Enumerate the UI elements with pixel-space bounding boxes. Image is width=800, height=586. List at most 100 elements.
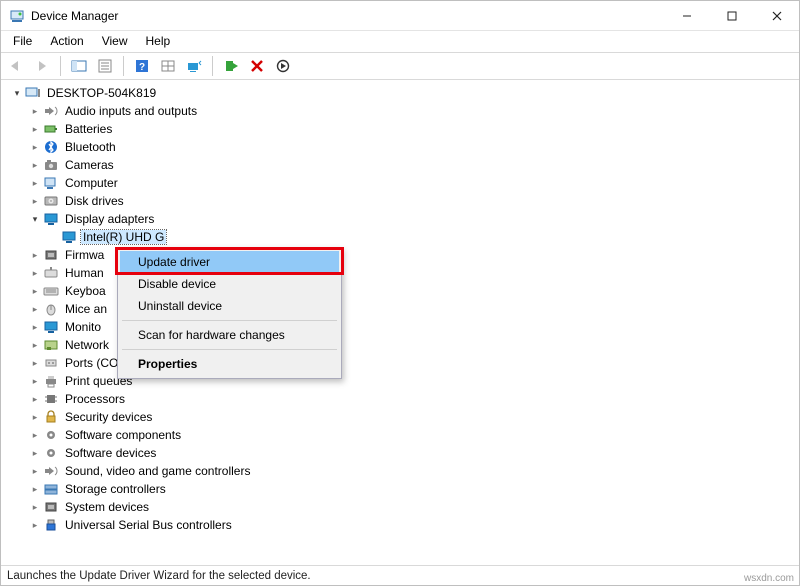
tree-root[interactable]: ▾ DESKTOP-504K819 xyxy=(11,84,799,102)
properties-icon[interactable] xyxy=(94,55,116,77)
tree-item-label: Display adapters xyxy=(63,212,156,226)
storage-icon xyxy=(43,481,59,497)
tree-item-system[interactable]: ▸ System devices xyxy=(29,498,799,516)
expander-icon[interactable]: ▸ xyxy=(29,429,41,441)
expander-icon[interactable]: ▸ xyxy=(29,375,41,387)
expander-icon[interactable]: ▸ xyxy=(29,267,41,279)
show-hide-console-icon[interactable] xyxy=(68,55,90,77)
watermark: wsxdn.com xyxy=(744,573,794,584)
tree-item-usb[interactable]: ▸Universal Serial Bus controllers xyxy=(29,516,799,534)
expander-icon[interactable]: ▸ xyxy=(29,159,41,171)
cm-disable-device[interactable]: Disable device xyxy=(120,273,339,295)
cm-separator xyxy=(122,320,337,321)
grid-icon[interactable] xyxy=(157,55,179,77)
scan-hardware-icon[interactable] xyxy=(183,55,205,77)
monitor-icon xyxy=(43,319,59,335)
toolbar: ? xyxy=(1,52,799,80)
expander-icon[interactable]: ▸ xyxy=(29,519,41,531)
expander-icon[interactable]: ▸ xyxy=(29,321,41,333)
disable-icon[interactable] xyxy=(272,55,294,77)
menu-file[interactable]: File xyxy=(5,32,40,50)
bluetooth-icon xyxy=(43,139,59,155)
expander-icon[interactable]: ▸ xyxy=(29,123,41,135)
expander-spacer xyxy=(47,231,59,243)
maximize-button[interactable] xyxy=(709,1,754,30)
gear-icon xyxy=(43,427,59,443)
expander-icon[interactable]: ▸ xyxy=(29,501,41,513)
printer-icon xyxy=(43,373,59,389)
cm-scan-hardware[interactable]: Scan for hardware changes xyxy=(120,324,339,346)
expander-icon[interactable]: ▸ xyxy=(29,447,41,459)
expander-icon[interactable]: ▸ xyxy=(29,465,41,477)
help-icon[interactable]: ? xyxy=(131,55,153,77)
tree-item-disk[interactable]: ▸ Disk drives xyxy=(29,192,799,210)
expander-icon[interactable]: ▸ xyxy=(29,411,41,423)
cm-uninstall-device[interactable]: Uninstall device xyxy=(120,295,339,317)
toolbar-separator xyxy=(212,56,213,76)
speaker-icon xyxy=(43,463,59,479)
menu-help[interactable]: Help xyxy=(138,32,179,50)
tree-item-label: Processors xyxy=(63,392,127,406)
menubar: File Action View Help xyxy=(1,31,799,51)
expander-icon[interactable]: ▸ xyxy=(29,141,41,153)
tree-item-computer[interactable]: ▸Computer xyxy=(29,174,799,192)
tree-item-security[interactable]: ▸Security devices xyxy=(29,408,799,426)
tree-item-label: System devices xyxy=(63,500,151,514)
expander-icon[interactable]: ▸ xyxy=(29,339,41,351)
expander-icon[interactable]: ▾ xyxy=(29,213,41,225)
context-menu: Update driver Disable device Uninstall d… xyxy=(117,247,342,379)
monitor-icon xyxy=(43,211,59,227)
expander-icon[interactable]: ▸ xyxy=(29,393,41,405)
tree-item-processors[interactable]: ▸ Processors xyxy=(29,390,799,408)
tree-item-label: Intel(R) UHD G xyxy=(81,230,166,244)
minimize-button[interactable] xyxy=(664,1,709,30)
expander-icon[interactable]: ▸ xyxy=(29,357,41,369)
expander-icon[interactable]: ▸ xyxy=(29,177,41,189)
tree-item-swcomp[interactable]: ▸ Software components xyxy=(29,426,799,444)
tree-item-batteries[interactable]: ▸Batteries xyxy=(29,120,799,138)
cm-properties[interactable]: Properties xyxy=(120,353,339,375)
forward-button[interactable] xyxy=(31,55,53,77)
expander-icon[interactable]: ▸ xyxy=(29,483,41,495)
app-icon xyxy=(9,8,25,24)
menu-action[interactable]: Action xyxy=(42,32,91,50)
tree-item-sound[interactable]: ▸ Sound, video and game controllers xyxy=(29,462,799,480)
uninstall-icon[interactable] xyxy=(246,55,268,77)
gear-icon xyxy=(43,445,59,461)
toolbar-separator xyxy=(60,56,61,76)
expander-icon[interactable]: ▸ xyxy=(29,195,41,207)
expander-icon[interactable]: ▸ xyxy=(29,303,41,315)
speaker-icon xyxy=(43,103,59,119)
tree-item-label: Sound, video and game controllers xyxy=(63,464,252,478)
tree-item-cameras[interactable]: ▸Cameras xyxy=(29,156,799,174)
tree-item-label: Bluetooth xyxy=(63,140,118,154)
update-driver-icon[interactable] xyxy=(220,55,242,77)
cm-update-driver[interactable]: Update driver xyxy=(120,251,339,273)
hid-icon xyxy=(43,265,59,281)
nic-icon xyxy=(43,337,59,353)
back-button[interactable] xyxy=(5,55,27,77)
root-label: DESKTOP-504K819 xyxy=(45,86,158,100)
tree-item-storage[interactable]: ▸Storage controllers xyxy=(29,480,799,498)
window-title: Device Manager xyxy=(31,9,118,23)
expander-icon[interactable]: ▸ xyxy=(29,249,41,261)
battery-icon xyxy=(43,121,59,137)
cm-separator xyxy=(122,349,337,350)
menu-view[interactable]: View xyxy=(94,32,136,50)
cpu-icon xyxy=(43,391,59,407)
tree-item-bluetooth[interactable]: ▸ Bluetooth xyxy=(29,138,799,156)
tree-item-label: Human xyxy=(63,266,106,280)
tree-item-swdev[interactable]: ▸Software devices xyxy=(29,444,799,462)
tree-item-intel-uhd[interactable]: Intel(R) UHD G xyxy=(47,228,799,246)
expander-icon[interactable]: ▾ xyxy=(11,87,23,99)
close-button[interactable] xyxy=(754,1,799,30)
expander-icon[interactable]: ▸ xyxy=(29,285,41,297)
expander-icon[interactable]: ▸ xyxy=(29,105,41,117)
tree-item-display[interactable]: ▾ Display adapters xyxy=(29,210,799,228)
tree-item-label: Disk drives xyxy=(63,194,126,208)
tree-item-label: Monito xyxy=(63,320,103,334)
tree-item-label: Ports (CO xyxy=(63,356,120,370)
chip-icon xyxy=(43,499,59,515)
tree-item-label: Software components xyxy=(63,428,183,442)
tree-item-audio[interactable]: ▸Audio inputs and outputs xyxy=(29,102,799,120)
